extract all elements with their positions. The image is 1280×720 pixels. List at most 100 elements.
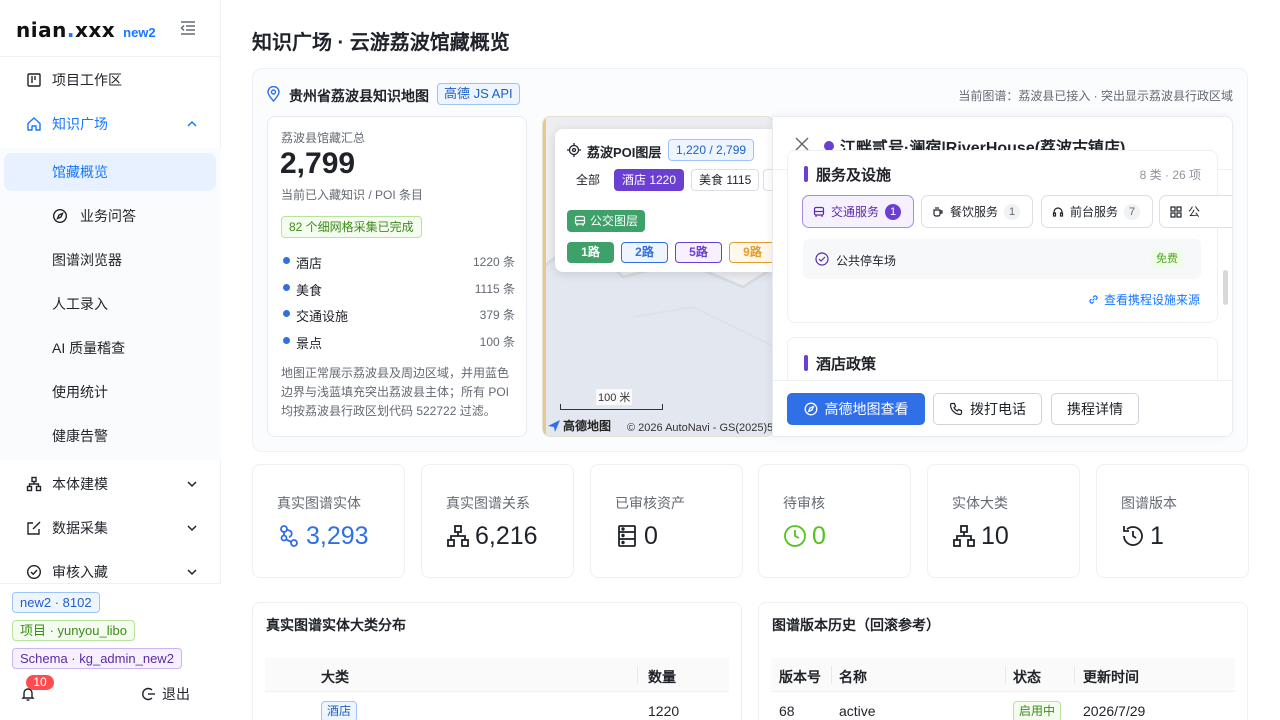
nav-item-data-collection[interactable]: 数据采集 (4, 509, 216, 547)
hierarchy-icon (26, 476, 42, 492)
brand-logo[interactable]: nian.xxx new2 (16, 18, 156, 44)
category-tag: 酒店 (321, 701, 358, 720)
poi-count-tag: 1,220 / 2,799 (668, 139, 755, 161)
route-5[interactable]: 5路 (675, 242, 722, 263)
chip-label: 交通服务 (831, 205, 880, 219)
stat-label: 待审核 (783, 495, 825, 511)
summary-subtitle: 当前已入藏知识 / POI 条目 (281, 188, 424, 202)
compass-icon (804, 402, 817, 416)
column-header: 状态 (1013, 669, 1041, 685)
column-divider (1074, 666, 1075, 684)
bullet-dot (283, 310, 290, 317)
stat-card-audited: 已审核资产 0 (590, 464, 743, 578)
nav-item-graph-browser[interactable]: 图谱浏览器 (4, 241, 216, 279)
nav-item-usage-stats[interactable]: 使用统计 (4, 373, 216, 411)
map-scale-bar (560, 404, 663, 410)
service-dining-chip[interactable]: 餐饮服务 1 (921, 195, 1033, 228)
chevron-down-icon (187, 569, 197, 576)
target-icon (567, 143, 581, 157)
policy-title: 酒店政策 (816, 356, 877, 373)
nav-item-business-qa[interactable]: 业务问答 (4, 197, 216, 235)
chip-label: 前台服务 (1070, 205, 1119, 219)
nav-item-ontology[interactable]: 本体建模 (4, 465, 216, 503)
row-label: 酒店 (296, 256, 323, 271)
amap-view-button[interactable]: 高德地图查看 (787, 393, 925, 425)
route-1[interactable]: 1路 (567, 242, 614, 263)
service-transport-chip[interactable]: 交通服务 1 (802, 195, 914, 228)
nav-item-knowledge[interactable]: 知识广场 (4, 105, 216, 143)
headset-icon (1052, 206, 1064, 217)
column-header: 更新时间 (1083, 669, 1139, 685)
chevron-up-icon (187, 120, 197, 127)
history-title: 图谱版本历史（回滚参考） (772, 617, 940, 633)
column-divider (637, 666, 638, 684)
page-title: 知识广场 · 云游荔波馆藏概览 (252, 32, 510, 54)
stat-card-categories: 实体大类 10 (927, 464, 1080, 578)
close-icon[interactable] (795, 137, 809, 151)
summary-row: 酒店 1220 条 (281, 251, 515, 271)
collection-summary: 荔波县馆藏汇总 2,799 当前已入藏知识 / POI 条目 82 个细网格采集… (267, 116, 527, 437)
route-2[interactable]: 2路 (621, 242, 668, 263)
column-divider (831, 666, 832, 684)
collapse-sidebar-icon[interactable] (179, 20, 197, 36)
stat-card-pending: 待审核 0 (758, 464, 911, 578)
stat-label: 真实图谱关系 (446, 495, 530, 511)
notification-badge: 10 (26, 675, 54, 690)
nav-label: 馆藏概览 (52, 164, 108, 180)
nav-label: 项目工作区 (52, 72, 122, 88)
version-number: 68 (779, 703, 795, 719)
nav-item-workspace[interactable]: 项目工作区 (4, 61, 216, 99)
call-button[interactable]: 拨打电话 (933, 393, 1042, 425)
nav-label: 数据采集 (52, 520, 108, 536)
column-header: 大类 (321, 669, 349, 685)
ctrip-source-link[interactable]: 查看携程设施来源 (1088, 291, 1200, 308)
version-history-card: 图谱版本历史（回滚参考） 版本号 名称 状态 更新时间 68 active 启用… (758, 602, 1248, 720)
filter-hotel[interactable]: 酒店 1220 (614, 169, 685, 191)
check-circle-icon (815, 252, 829, 266)
env-tag: new2 · 8102 (12, 592, 100, 613)
stat-card-versions: 图谱版本 1 (1096, 464, 1249, 578)
free-tag: 免费 (1151, 250, 1183, 268)
logout-button[interactable]: 退出 (142, 684, 190, 704)
stat-value: 10 (981, 522, 1009, 550)
stat-value: 1 (1150, 522, 1164, 550)
detail-actions: 高德地图查看 拨打电话 携程详情 (773, 380, 1232, 436)
service-public-chip[interactable]: 公 (1159, 195, 1232, 228)
services-title: 服务及设施 (816, 167, 892, 184)
sidebar-divider (0, 56, 221, 57)
stat-value: 3,293 (306, 522, 369, 550)
amap-arrow-icon (548, 419, 560, 432)
poi-detail-panel: 江畔贰号·澜宿|RiverHouse(荔波古镇店) 服务及设施 8 类 · 26… (772, 116, 1233, 437)
table-header: 大类 数量 (265, 658, 729, 692)
brand-name: nian.xxx (16, 18, 116, 42)
bullet-dot (283, 284, 290, 291)
summary-row: 交通设施 379 条 (281, 304, 515, 324)
services-meta: 8 类 · 26 项 (1139, 168, 1201, 182)
nav-item-health-alerts[interactable]: 健康告警 (4, 417, 216, 455)
stat-label: 真实图谱实体 (277, 495, 361, 511)
facility-label: 公共停车场 (836, 254, 897, 268)
phone-icon (949, 402, 963, 416)
scrollbar-thumb[interactable] (1223, 270, 1228, 305)
bus-layer-toggle[interactable]: 公交图层 (567, 210, 646, 232)
chevron-down-icon (187, 525, 197, 532)
filter-all[interactable]: 全部 (568, 169, 608, 191)
filter-food[interactable]: 美食 1115 (691, 169, 760, 191)
route-9[interactable]: 9路 (729, 242, 774, 263)
nav-item-collection-overview[interactable]: 馆藏概览 (4, 153, 216, 191)
summary-row: 景点 100 条 (281, 331, 515, 351)
ctrip-detail-button[interactable]: 携程详情 (1051, 393, 1139, 425)
nav-label: 人工录入 (52, 296, 108, 312)
map-scale-label: 100 米 (596, 389, 633, 405)
logout-label: 退出 (162, 686, 190, 702)
column-divider (1005, 666, 1006, 684)
nav-item-manual-entry[interactable]: 人工录入 (4, 285, 216, 323)
check-circle-icon (26, 564, 42, 580)
stat-card-relations: 真实图谱关系 6,216 (421, 464, 574, 578)
clock-icon (784, 525, 806, 547)
nav-label: 业务问答 (80, 208, 136, 224)
hierarchy-icon (447, 525, 469, 547)
button-label: 高德地图查看 (824, 401, 909, 417)
service-frontdesk-chip[interactable]: 前台服务 7 (1041, 195, 1153, 228)
nav-item-ai-quality[interactable]: AI 质量稽查 (4, 329, 216, 367)
